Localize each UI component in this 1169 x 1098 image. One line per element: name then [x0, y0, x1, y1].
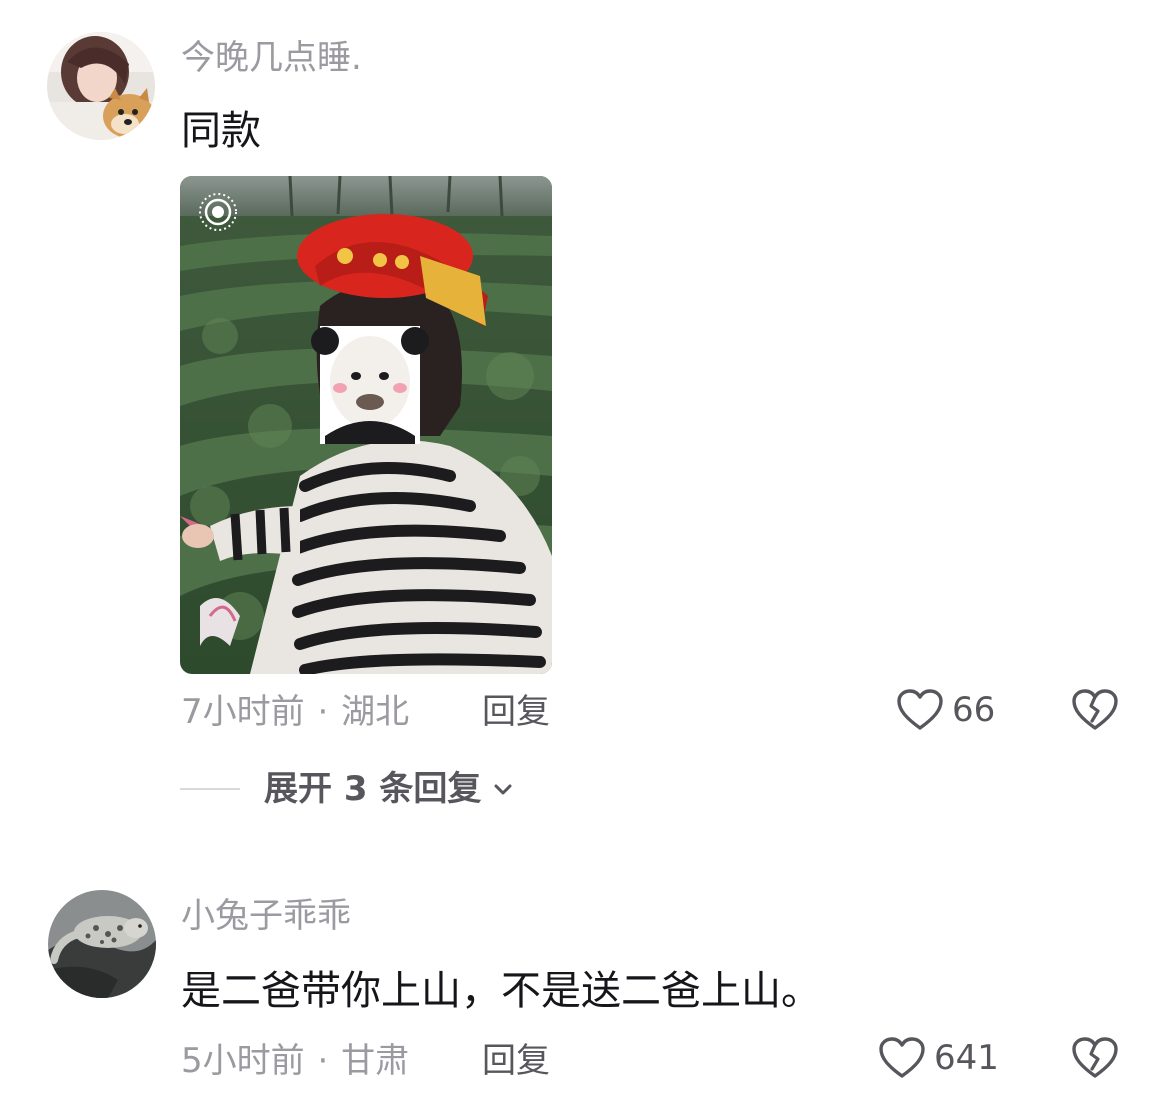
comment-image[interactable]	[180, 176, 552, 674]
comment-location: 甘肃	[341, 1041, 410, 1081]
like-button[interactable]: 641	[878, 1036, 999, 1080]
comment-meta: 7小时前 · 湖北	[181, 695, 409, 729]
username[interactable]: 今晚几点睡.	[181, 41, 362, 75]
meta-separator: ·	[317, 692, 329, 732]
girl-with-dog-avatar-icon	[47, 32, 155, 140]
snow-leopard-avatar-icon	[48, 890, 156, 998]
comment-text: 是二爸带你上山，不是送二爸上山。	[181, 968, 821, 1014]
expand-replies-label: 展开 3 条回复	[264, 769, 482, 809]
user-avatar[interactable]	[48, 890, 156, 998]
expand-replies-button[interactable]: 展开 3 条回复	[180, 772, 515, 806]
reply-button[interactable]: 回复	[482, 695, 550, 729]
divider-line	[180, 788, 240, 790]
dislike-button[interactable]	[1071, 688, 1119, 736]
heart-icon	[879, 1037, 925, 1078]
comment-text: 同款	[181, 108, 261, 154]
like-count: 66	[952, 690, 996, 730]
dislike-button[interactable]	[1071, 1036, 1119, 1084]
reply-button[interactable]: 回复	[482, 1044, 550, 1078]
like-button[interactable]: 66	[896, 688, 995, 732]
comment-time: 5小时前	[181, 1041, 305, 1081]
photo-image	[180, 176, 552, 674]
meta-separator: ·	[317, 1041, 329, 1081]
like-count: 641	[934, 1038, 999, 1078]
username[interactable]: 小兔子乖乖	[181, 899, 351, 933]
comment-location: 湖北	[341, 692, 410, 732]
broken-heart-icon	[1072, 1037, 1118, 1078]
comment-item: 今晚几点睡. 同款 7小时前 · 湖北 回复 66 展开 3 条回复	[0, 0, 1169, 840]
comment-time: 7小时前	[181, 692, 305, 732]
chevron-down-icon	[494, 784, 512, 795]
comment-item: 小兔子乖乖 是二爸带你上山，不是送二爸上山。 5小时前 · 甘肃 回复 641	[0, 860, 1169, 1098]
heart-icon	[897, 689, 943, 730]
user-avatar[interactable]	[47, 32, 155, 140]
comment-meta: 5小时前 · 甘肃	[181, 1044, 409, 1078]
broken-heart-icon	[1072, 689, 1118, 730]
